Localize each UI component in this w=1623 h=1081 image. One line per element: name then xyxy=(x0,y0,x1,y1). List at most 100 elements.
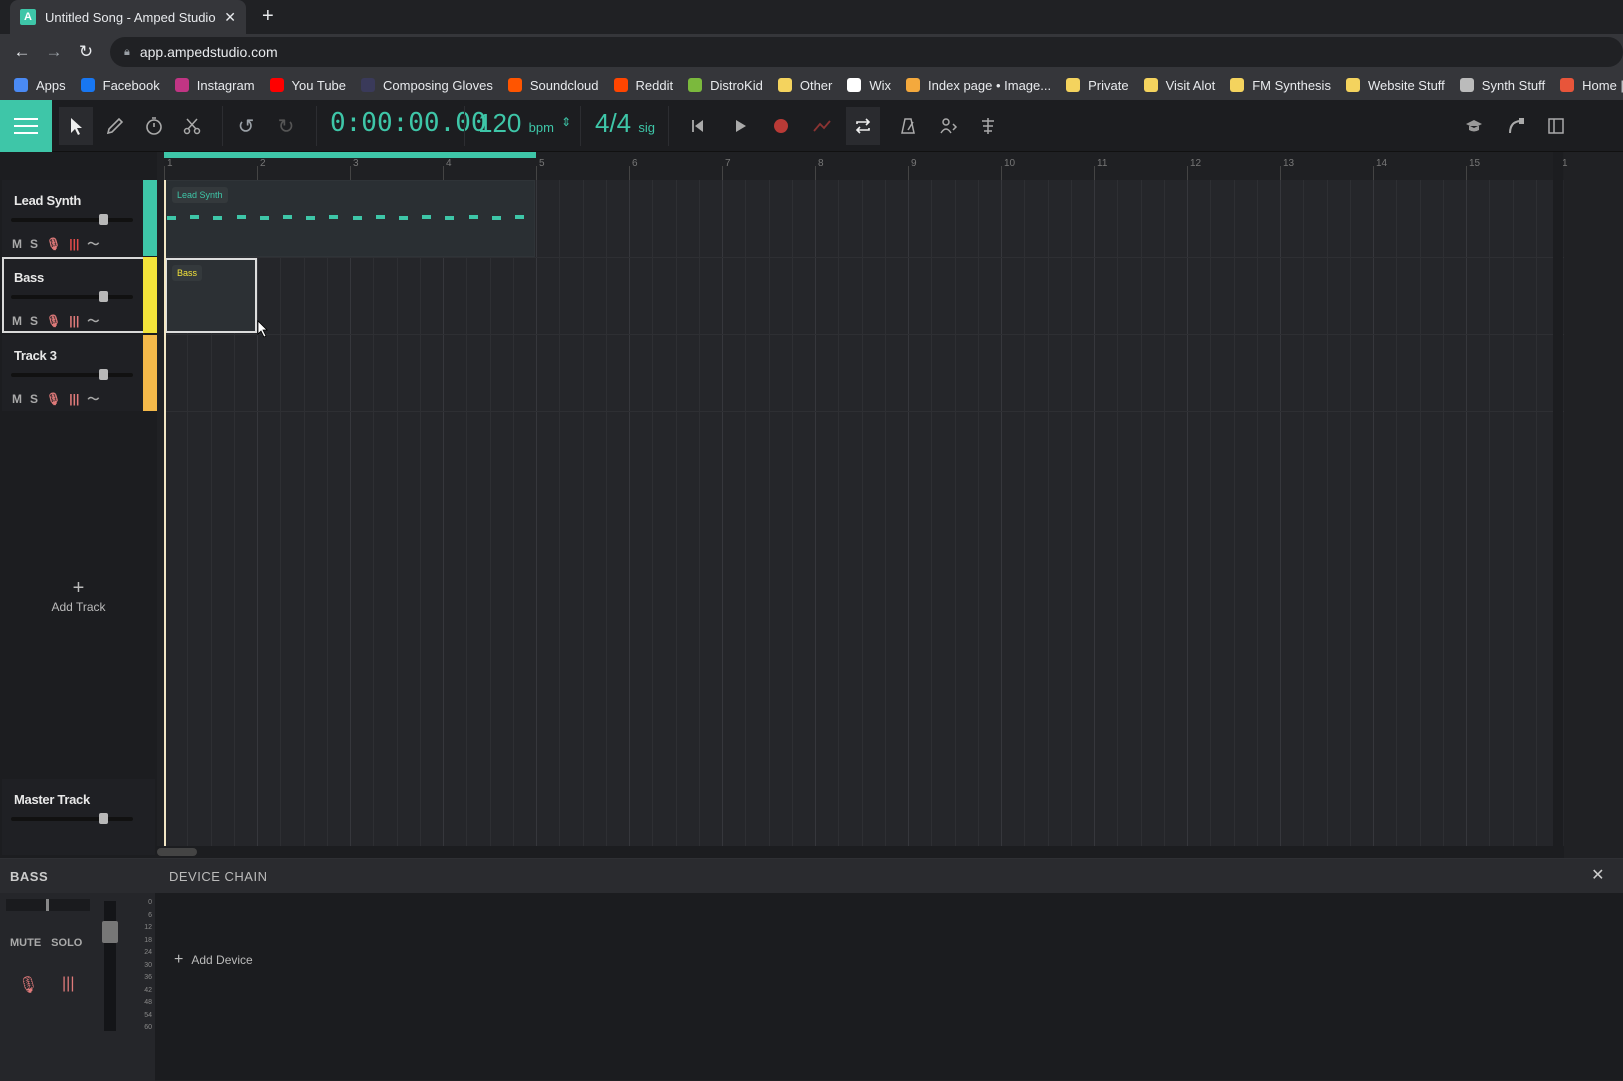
bookmark-item[interactable]: DistroKid xyxy=(688,78,763,93)
midi-note[interactable] xyxy=(283,215,292,219)
midi-note[interactable] xyxy=(375,215,385,219)
automation-record-icon[interactable] xyxy=(810,114,834,138)
bookmark-item[interactable]: Soundcloud xyxy=(507,78,599,93)
bookmark-item[interactable]: Home | Renoi xyxy=(1560,78,1623,93)
vertical-scrollbar[interactable] xyxy=(1553,152,1563,858)
volume-knob[interactable] xyxy=(99,369,109,380)
input-monitor-icon[interactable] xyxy=(936,114,960,138)
mute-button[interactable]: M xyxy=(12,392,22,406)
midi-note[interactable] xyxy=(445,216,455,220)
bookmark-item[interactable]: Apps xyxy=(14,78,66,93)
tuner-icon[interactable] xyxy=(976,114,1000,138)
bookmark-item[interactable]: Facebook xyxy=(80,78,160,93)
bookmark-item[interactable]: Website Stuff xyxy=(1345,78,1445,93)
new-tab-button[interactable]: + xyxy=(262,5,274,28)
track-header-lead-synth[interactable]: Lead Synth M S 🎙︎ ||| 〜 xyxy=(2,180,157,256)
bpm-stepper-icon[interactable]: ⇕ xyxy=(561,115,571,129)
track-name[interactable]: Lead Synth xyxy=(14,193,81,208)
add-device-button[interactable]: + Add Device xyxy=(174,951,253,969)
pointer-tool-icon[interactable] xyxy=(59,107,93,145)
loop-icon[interactable] xyxy=(846,107,880,145)
midi-note[interactable] xyxy=(213,216,223,220)
midi-note[interactable] xyxy=(190,215,200,219)
volume-knob[interactable] xyxy=(99,214,109,225)
panel-toggle-icon[interactable] xyxy=(1544,114,1568,138)
record-arm-mic-icon[interactable]: 🎙︎ xyxy=(46,237,61,251)
midi-piano-icon[interactable]: ||| xyxy=(62,975,74,993)
midi-note[interactable] xyxy=(422,215,432,219)
bookmark-item[interactable]: Reddit xyxy=(613,78,673,93)
bookmark-item[interactable]: Synth Stuff xyxy=(1459,78,1545,93)
track-volume-slider[interactable] xyxy=(11,214,133,225)
metronome-icon[interactable] xyxy=(896,114,920,138)
undo-icon[interactable]: ↺ xyxy=(234,114,258,138)
scissors-tool-icon[interactable] xyxy=(180,114,204,138)
back-arrow-icon[interactable]: ← xyxy=(6,42,38,62)
midi-note[interactable] xyxy=(236,215,246,219)
bookmark-item[interactable]: You Tube xyxy=(269,78,346,93)
arrangement-grid[interactable]: Lead Synth Bass xyxy=(164,180,1564,850)
volume-knob[interactable] xyxy=(99,291,109,302)
bpm-display[interactable]: 120 bpm ⇕ xyxy=(478,108,571,139)
url-bar[interactable]: 🔒︎ app.ampedstudio.com xyxy=(110,37,1623,67)
scroll-thumb[interactable] xyxy=(157,848,197,856)
track-volume-slider[interactable] xyxy=(11,369,133,380)
playhead[interactable] xyxy=(164,180,166,850)
horizontal-scrollbar[interactable] xyxy=(157,846,1564,858)
midi-note[interactable] xyxy=(468,215,478,219)
master-volume-slider[interactable] xyxy=(11,813,133,824)
volume-knob[interactable] xyxy=(99,813,109,824)
track-volume-slider[interactable] xyxy=(11,291,133,302)
cable-icon[interactable] xyxy=(1504,114,1528,138)
mute-button[interactable]: M xyxy=(12,314,22,328)
automation-icon[interactable]: 〜 xyxy=(87,235,99,252)
redo-icon[interactable]: ↻ xyxy=(274,114,298,138)
midi-piano-icon[interactable]: ||| xyxy=(69,314,79,328)
record-icon[interactable] xyxy=(769,114,793,138)
record-arm-mic-icon[interactable]: 🎙︎ xyxy=(46,392,61,406)
automation-icon[interactable]: 〜 xyxy=(87,390,99,407)
loop-region[interactable] xyxy=(164,152,536,158)
solo-button[interactable]: SOLO xyxy=(51,937,82,949)
tab-close-icon[interactable]: ✕ xyxy=(224,9,236,26)
solo-button[interactable]: S xyxy=(30,237,38,251)
stopwatch-tool-icon[interactable] xyxy=(142,114,166,138)
pan-slider[interactable] xyxy=(6,899,90,911)
browser-tab[interactable]: A Untitled Song - Amped Studio ✕ xyxy=(10,0,246,34)
midi-note[interactable] xyxy=(399,216,408,220)
bookmark-item[interactable]: Instagram xyxy=(174,78,255,93)
midi-note[interactable] xyxy=(352,216,362,220)
bookmark-item[interactable]: Index page • Image... xyxy=(906,78,1051,93)
bookmark-item[interactable]: Visit Alot xyxy=(1143,78,1215,93)
track-name[interactable]: Bass xyxy=(14,270,44,285)
bookmark-item[interactable]: Private xyxy=(1066,78,1129,93)
track-header-bass[interactable]: Bass M S 🎙︎ ||| 〜 xyxy=(2,257,157,333)
midi-note[interactable] xyxy=(329,215,339,219)
timeline-ruler[interactable]: 1 2 3 4 5 6 7 8 9 10 11 12 13 14 15 1 xyxy=(164,152,1568,180)
automation-icon[interactable]: 〜 xyxy=(87,312,99,329)
midi-note[interactable] xyxy=(491,216,501,220)
skip-to-start-icon[interactable] xyxy=(686,114,710,138)
clip-lead-synth[interactable]: Lead Synth xyxy=(165,180,535,257)
hamburger-menu-button[interactable] xyxy=(0,100,52,152)
play-icon[interactable] xyxy=(728,114,752,138)
master-track-header[interactable]: Master Track xyxy=(2,779,155,855)
reload-icon[interactable]: ↻ xyxy=(70,42,102,62)
clip-bass[interactable]: Bass xyxy=(165,258,257,333)
midi-note[interactable] xyxy=(515,215,524,219)
learn-icon[interactable] xyxy=(1462,114,1486,138)
time-signature-display[interactable]: 4/4 sig xyxy=(595,108,655,139)
bookmark-item[interactable]: FM Synthesis xyxy=(1230,78,1331,93)
fader-handle[interactable] xyxy=(102,921,118,943)
midi-piano-icon[interactable]: ||| xyxy=(69,392,79,406)
add-track-button[interactable]: + Add Track xyxy=(0,578,157,614)
pencil-tool-icon[interactable] xyxy=(103,114,127,138)
solo-button[interactable]: S xyxy=(30,314,38,328)
solo-button[interactable]: S xyxy=(30,392,38,406)
midi-note[interactable] xyxy=(306,216,316,220)
record-arm-mic-icon[interactable]: 🎙︎ xyxy=(18,975,38,995)
midi-piano-icon[interactable]: ||| xyxy=(69,237,79,251)
bookmark-item[interactable]: Other xyxy=(777,78,832,93)
bookmark-item[interactable]: Composing Gloves xyxy=(361,78,493,93)
record-arm-mic-icon[interactable]: 🎙︎ xyxy=(46,314,61,328)
